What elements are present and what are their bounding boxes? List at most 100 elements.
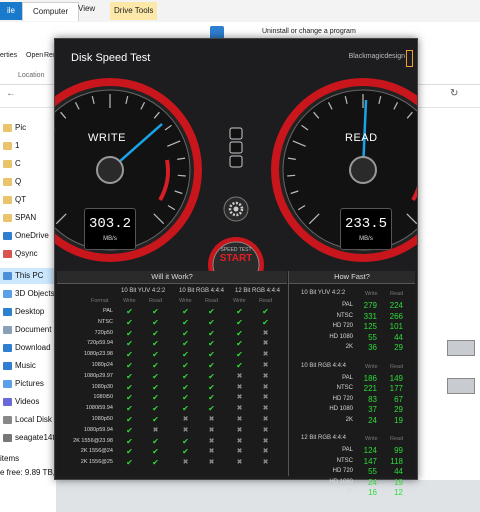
nav-item[interactable]: Qsync [0,246,56,262]
check-icon: ✔ [236,350,243,360]
section-header: 10 Bit YUV 4:2:2 [301,290,346,296]
check-icon: ✔ [152,317,159,327]
check-icon: ✔ [182,350,189,360]
check-icon: ✔ [126,339,133,349]
format-label: 720p59.94 [87,340,113,347]
write-column-header: Write [179,298,192,304]
ribbon-tab-bar: ile Computer View Drive Tools [0,0,480,23]
check-icon: ✔ [126,382,133,392]
nav-item[interactable]: 3D Objects [0,286,56,302]
nav-item[interactable]: OneDrive [0,228,56,244]
tab-view[interactable]: View [78,4,95,13]
write-fps-value: 24 [368,477,377,487]
read-column-header: Read [259,298,273,304]
folder-icon [3,362,12,370]
speed-row-label: 2K [345,344,353,350]
settings-gear-icon [223,196,249,222]
nav-item[interactable]: Local Disk [0,412,56,428]
group-header: 12 Bit RGB 4:4:4 [235,288,281,294]
check-icon: ✔ [152,339,159,349]
format-label: 1080p29.97 [83,372,113,379]
cross-icon: ✖ [236,383,243,391]
check-icon: ✔ [208,307,215,316]
format-label: 1080p24 [91,362,113,368]
speed-row-label: HD 720 [332,395,353,402]
drive-icon[interactable] [447,378,475,394]
open-button[interactable]: Open [26,52,43,59]
format-label: 2K 1556@25 [80,459,113,466]
check-icon: ✔ [152,415,159,424]
nav-item-label: QT [15,195,27,204]
format-label: PAL [103,308,113,314]
cross-icon: ✖ [262,416,269,423]
nav-item[interactable]: Document [0,322,56,338]
nav-item[interactable]: seagate14t [0,430,56,446]
nav-item[interactable]: This PC [0,268,56,284]
nav-item[interactable]: Download [0,340,56,356]
check-icon: ✔ [236,328,243,338]
folder-icon [3,272,12,280]
cross-icon: ✖ [208,437,215,445]
check-icon: ✔ [126,361,133,370]
format-label: 1080p59.94 [83,426,113,433]
write-value: 303.2 [88,216,131,232]
nav-item[interactable]: Pictures [0,376,56,392]
properties-button[interactable]: erties [0,52,17,59]
check-icon: ✔ [126,458,133,468]
nav-item-label: seagate14t [15,433,55,442]
read-fps-value: 224 [389,301,403,310]
target-selector [229,127,243,168]
nav-item[interactable]: Pic [0,120,56,136]
check-icon: ✔ [152,371,159,381]
speed-row-label: HD 1080 [329,478,353,485]
read-fps-value: 44 [394,332,403,342]
nav-item[interactable]: Q [0,174,56,190]
nav-item[interactable]: Music [0,358,56,374]
read-column-header: Read [390,291,404,297]
back-arrow-icon[interactable]: ← [6,88,16,99]
nav-item[interactable]: QT [0,192,56,208]
nav-item[interactable]: 1 [0,138,56,154]
brand-logo [406,50,413,67]
cross-icon: ✖ [262,394,269,402]
tab-computer[interactable]: Computer [22,2,80,21]
check-icon: ✔ [208,317,215,327]
read-column-header: Read [390,363,404,370]
app-title: Disk Speed Test [71,52,151,64]
nav-item[interactable]: Videos [0,394,56,410]
nav-item[interactable]: C [0,156,56,172]
write-fps-value: 83 [368,394,377,404]
nav-item[interactable]: Desktop [0,304,56,320]
cross-icon: ✖ [262,459,269,467]
start-button-label: START [219,253,253,264]
write-column-header: Write [365,291,378,297]
folder-icon [3,398,12,406]
cross-icon: ✖ [208,459,215,467]
cross-icon: ✖ [262,383,269,391]
check-icon: ✔ [152,393,159,403]
write-fps-value: 186 [363,373,377,383]
folder-icon [3,196,12,204]
check-icon: ✔ [262,307,269,316]
read-fps-value: 29 [394,343,403,352]
tab-file[interactable]: ile [0,2,22,20]
cross-icon: ✖ [236,372,243,380]
speed-row-label: NTSC [336,312,353,319]
write-fps-value: 221 [363,384,377,393]
uninstall-program-link[interactable]: Uninstall or change a program [262,28,356,35]
refresh-icon[interactable]: ↻ [450,88,458,99]
start-button[interactable]: SPEED TEST START [212,247,260,264]
nav-item[interactable]: SPAN [0,210,56,226]
write-column-header: Write [123,298,136,304]
read-unit: MB/s [359,236,373,242]
item-count: items [0,454,20,463]
cross-icon: ✖ [262,362,269,369]
cross-icon: ✖ [208,426,215,434]
write-fps-value: 55 [368,332,377,342]
nav-item-label: Music [15,361,36,370]
drive-icon[interactable] [447,340,475,356]
read-fps-value: 177 [389,384,403,393]
cross-icon: ✖ [262,372,269,380]
check-icon: ✔ [126,404,133,414]
tab-drive-tools[interactable]: Drive Tools [110,2,158,20]
